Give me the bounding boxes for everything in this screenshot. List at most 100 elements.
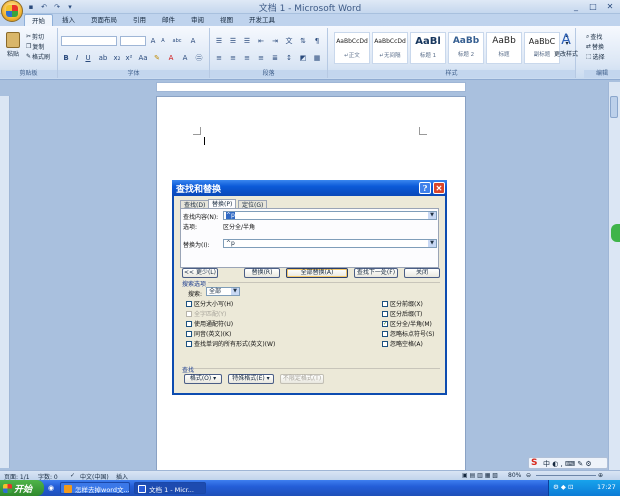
char-shading-icon[interactable]: A xyxy=(180,54,190,63)
borders-icon[interactable]: ▦ xyxy=(312,54,322,63)
replace-all-button[interactable]: 全部替换(A) xyxy=(286,268,348,278)
clear-format-button[interactable]: abc xyxy=(170,37,184,46)
tab-view[interactable]: 视图 xyxy=(213,14,240,26)
replace-button[interactable]: ⇄ 替换 xyxy=(586,42,604,51)
right-option-3[interactable]: 忽略标点符号(S) xyxy=(382,329,435,338)
taskbar-item-word[interactable]: 文档 1 - Micr... xyxy=(134,482,206,494)
right-option-0[interactable]: 区分前缀(X) xyxy=(382,299,423,308)
less-button[interactable]: << 更少(L) xyxy=(182,268,218,278)
redo-icon[interactable]: ↷ xyxy=(52,2,62,12)
align-right-icon[interactable]: ≡ xyxy=(242,54,252,63)
scroll-thumb[interactable] xyxy=(610,96,618,118)
style-title[interactable]: AaBb 标题 xyxy=(486,32,522,64)
left-option-0[interactable]: 区分大小写(H) xyxy=(186,299,233,308)
right-option-2[interactable]: ✓ 区分全/半角(M) xyxy=(382,319,432,328)
tab-mailings[interactable]: 邮件 xyxy=(155,14,182,26)
minimize-button[interactable]: _ xyxy=(568,1,584,12)
cut-button[interactable]: ✂ 剪切 xyxy=(26,32,44,41)
quick-launch-icon[interactable]: ◉ xyxy=(48,484,54,492)
checkbox[interactable]: ✓ xyxy=(382,320,388,327)
style-heading-1[interactable]: AaBl 标题 1 xyxy=(410,32,446,64)
left-option-2[interactable]: 使用通配符(U) xyxy=(186,319,233,328)
left-option-4[interactable]: 查找单词的所有形式(英文)(W) xyxy=(186,339,275,348)
left-option-3[interactable]: 同音(英文)(K) xyxy=(186,329,231,338)
enclose-char-icon[interactable]: ㊁ xyxy=(194,54,204,63)
font-size-combo[interactable] xyxy=(120,36,146,46)
start-button[interactable]: 开始 xyxy=(0,480,44,496)
close-dialog-button[interactable]: 关闭 xyxy=(404,268,440,278)
find-button[interactable]: ⌕ 查找 xyxy=(586,32,602,42)
align-center-icon[interactable]: ≡ xyxy=(228,54,238,63)
line-spacing-icon[interactable]: ↕ xyxy=(284,54,294,63)
font-name-combo[interactable] xyxy=(61,36,117,46)
strikethrough-icon[interactable]: ab xyxy=(98,54,108,63)
ime-mode-icon[interactable]: 中 ◐ , ⌨ ✎ ⚙ xyxy=(543,459,592,469)
horizontal-ruler[interactable] xyxy=(156,82,466,92)
search-direction-select[interactable]: 全部 ▼ xyxy=(206,287,240,296)
underline-button[interactable]: U xyxy=(83,54,93,63)
checkbox[interactable] xyxy=(186,330,192,337)
save-icon[interactable]: ▪ xyxy=(26,2,36,12)
font-color-icon[interactable]: A xyxy=(166,54,176,63)
multilevel-list-icon[interactable]: ☰ xyxy=(242,37,252,46)
checkbox[interactable] xyxy=(186,340,192,347)
right-option-1[interactable]: 区分后缀(T) xyxy=(382,309,422,318)
tab-developer[interactable]: 开发工具 xyxy=(242,14,282,26)
checkbox[interactable] xyxy=(186,300,192,307)
grow-font-button[interactable]: A xyxy=(148,37,158,46)
customize-qat-icon[interactable]: ▾ xyxy=(65,2,75,12)
change-styles-button[interactable]: A 更改样式 xyxy=(552,32,580,58)
vertical-ruler[interactable] xyxy=(0,96,10,468)
vertical-scrollbar[interactable] xyxy=(608,82,620,470)
change-case-icon[interactable]: Aa xyxy=(138,54,148,63)
zoom-level[interactable]: 80% xyxy=(508,472,521,479)
office-button[interactable] xyxy=(1,0,23,22)
maximize-button[interactable]: □ xyxy=(585,1,601,12)
tab-page-layout[interactable]: 页面布局 xyxy=(84,14,124,26)
distributed-icon[interactable]: ≣ xyxy=(270,54,280,63)
format-menu-button[interactable]: 格式(O) ▾ xyxy=(184,374,222,384)
subscript-icon[interactable]: x₂ xyxy=(112,54,122,63)
replace-one-button[interactable]: 替换(R) xyxy=(244,268,280,278)
taskbar-item-browser[interactable]: 怎样去掉word文... xyxy=(60,482,130,494)
undo-icon[interactable]: ↶ xyxy=(39,2,49,12)
chevron-down-icon[interactable]: ▼ xyxy=(428,240,436,247)
italic-button[interactable]: I xyxy=(72,54,82,63)
show-marks-icon[interactable]: ¶ xyxy=(312,37,322,46)
bold-button[interactable]: B xyxy=(61,54,71,63)
align-left-icon[interactable]: ≡ xyxy=(214,54,224,63)
zoom-slider[interactable] xyxy=(536,475,596,476)
checkbox[interactable] xyxy=(382,340,388,347)
find-next-button[interactable]: 查找下一处(F) xyxy=(354,268,398,278)
clock[interactable]: 17:27 xyxy=(597,483,616,491)
bullets-icon[interactable]: ☰ xyxy=(214,37,224,46)
paste-button[interactable]: 粘贴 xyxy=(4,32,22,58)
justify-icon[interactable]: ≡ xyxy=(256,54,266,63)
sort-icon[interactable]: ⇅ xyxy=(298,37,308,46)
style-no-spacing[interactable]: AaBbCcDd ↵无间隔 xyxy=(372,32,408,64)
tray-icons[interactable]: ⚙ ◆ ⊡ xyxy=(553,483,573,491)
checkbox[interactable] xyxy=(382,310,388,317)
tab-review[interactable]: 审阅 xyxy=(184,14,211,26)
checkbox[interactable] xyxy=(382,330,388,337)
highlight-icon[interactable]: ✎ xyxy=(152,54,162,63)
right-option-4[interactable]: 忽略空格(A) xyxy=(382,339,423,348)
checkbox[interactable] xyxy=(186,320,192,327)
view-buttons[interactable]: ▣ ▤ ▥ ▦ ▧ xyxy=(462,472,498,479)
superscript-icon[interactable]: x² xyxy=(124,54,134,63)
spellcheck-icon[interactable]: ✓ xyxy=(70,472,75,479)
increase-indent-icon[interactable]: ⇥ xyxy=(270,37,280,46)
dialog-close-button[interactable]: ✕ xyxy=(433,182,445,194)
zoom-out-icon[interactable]: ⊖ xyxy=(526,472,531,479)
close-button[interactable]: ✕ xyxy=(602,1,618,12)
chinese-layout-icon[interactable]: 文 xyxy=(284,37,294,46)
zoom-in-icon[interactable]: ⊕ xyxy=(598,472,603,479)
char-border-button[interactable]: A xyxy=(188,37,198,46)
style-heading-2[interactable]: AaBb 标题 2 xyxy=(448,32,484,64)
side-widget-tab[interactable] xyxy=(611,224,620,242)
copy-button[interactable]: ❐ 复制 xyxy=(26,42,44,51)
style-normal[interactable]: AaBbCcDd ↵正文 xyxy=(334,32,370,64)
chevron-down-icon[interactable]: ▼ xyxy=(428,212,436,219)
tab-home[interactable]: 开始 xyxy=(24,14,53,26)
select-button[interactable]: ⬚ 选择 xyxy=(586,52,605,61)
